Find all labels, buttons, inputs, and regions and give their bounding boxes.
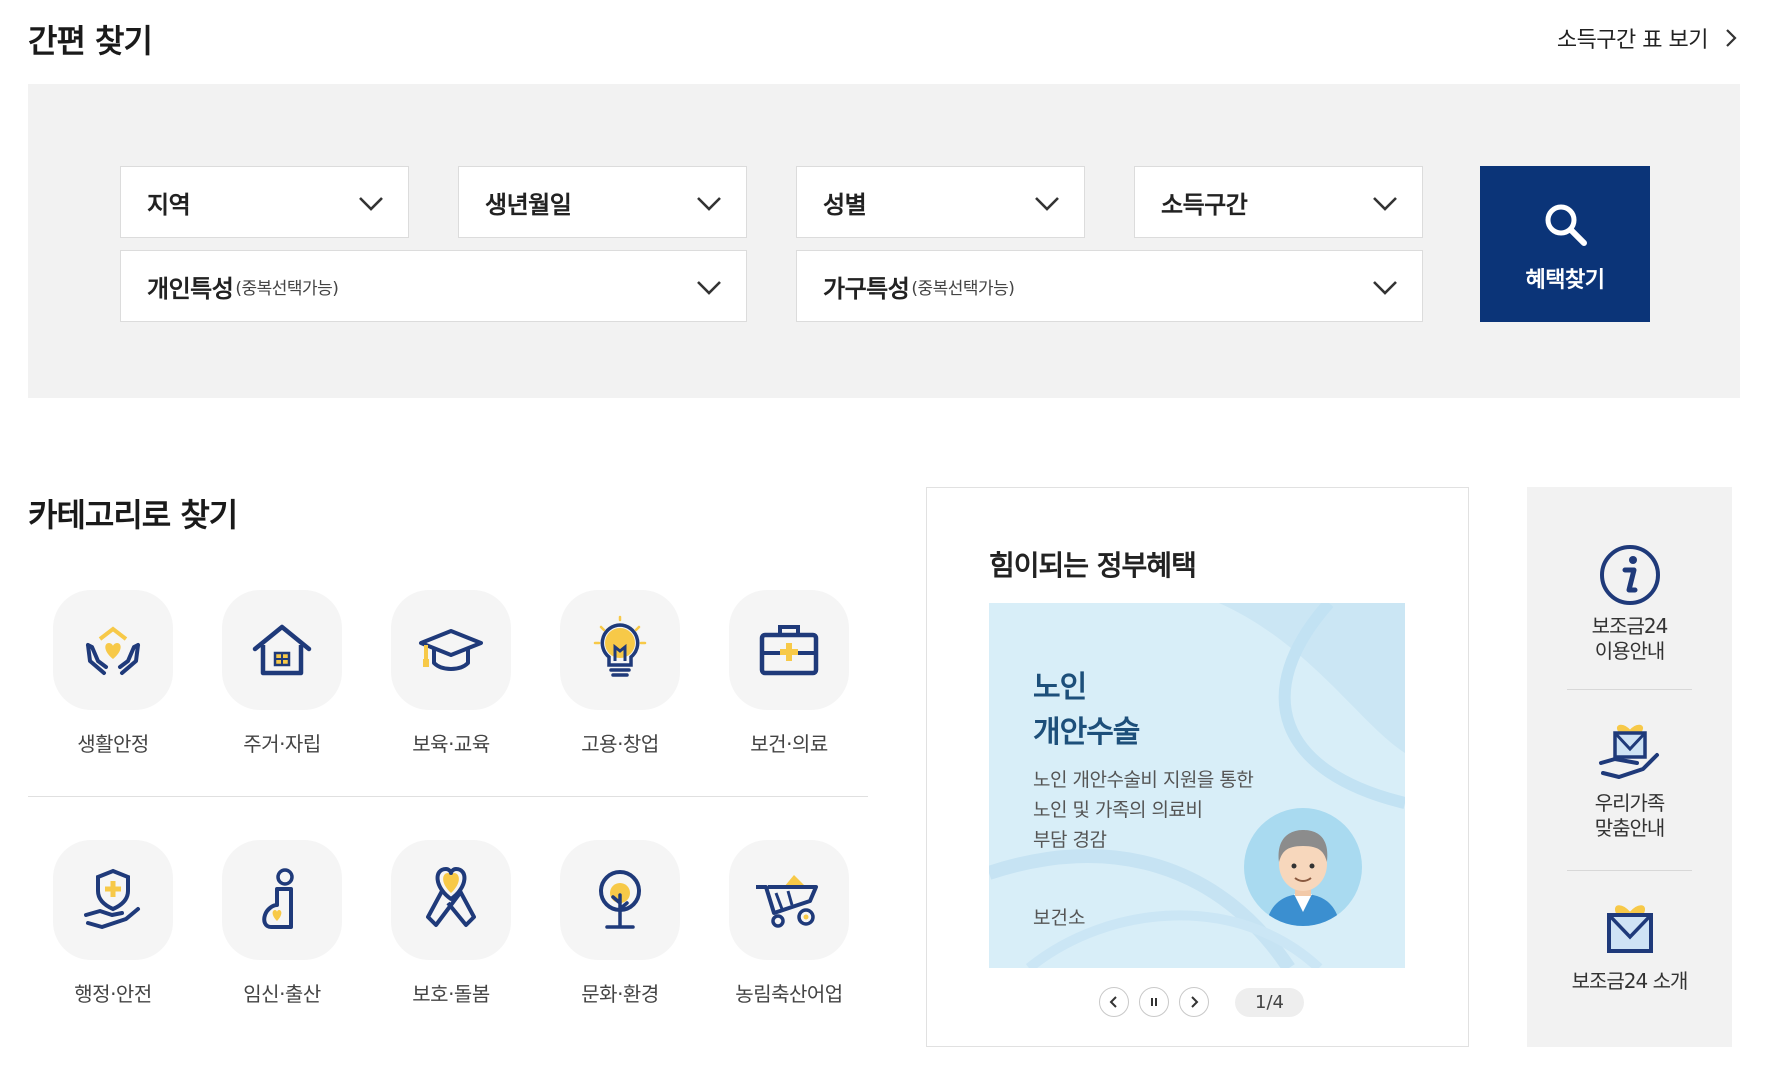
category-admin-safety[interactable]: 행정·안전 bbox=[28, 840, 198, 1007]
tree-icon bbox=[599, 870, 641, 929]
find-benefits-button[interactable]: 혜택찾기 bbox=[1480, 166, 1650, 322]
search-icon bbox=[1545, 204, 1587, 246]
income-select[interactable]: 소득구간 bbox=[1134, 166, 1423, 238]
elderly-man-avatar bbox=[1244, 808, 1362, 926]
ribbon-heart-icon bbox=[426, 867, 476, 927]
category-culture-environment[interactable]: 문화·환경 bbox=[535, 840, 705, 1007]
side-link-usage-guide[interactable]: 보조금24 이용안내 bbox=[1567, 542, 1692, 664]
side-link-label-line: 우리가족 bbox=[1594, 791, 1666, 815]
banner-description-line: 부담 경감 bbox=[1033, 829, 1107, 851]
side-link-label-line: 이용안내 bbox=[1594, 639, 1666, 663]
carousel-next-button[interactable] bbox=[1179, 987, 1209, 1017]
side-link-about[interactable]: 보조금24 소개 bbox=[1567, 897, 1692, 994]
pause-icon bbox=[1151, 998, 1157, 1006]
graduation-cap-icon bbox=[419, 629, 483, 671]
category-pregnancy-birth[interactable]: 임신·출산 bbox=[197, 840, 367, 1007]
chevron-down-icon bbox=[1373, 281, 1397, 295]
personal-traits-sublabel: (중복선택가능) bbox=[235, 278, 339, 299]
household-traits-label: 가구특성 bbox=[823, 274, 910, 303]
category-label: 보육·교육 bbox=[412, 732, 490, 756]
side-link-family-guide[interactable]: 우리가족 맞춤안내 bbox=[1567, 719, 1692, 841]
carousel-pager: 1/4 bbox=[1235, 987, 1304, 1017]
info-icon bbox=[1599, 545, 1660, 605]
region-select[interactable]: 지역 bbox=[120, 166, 409, 238]
category-label: 행정·안전 bbox=[74, 982, 152, 1006]
category-childcare-education[interactable]: 보육·교육 bbox=[366, 590, 536, 757]
personal-traits-select[interactable]: 개인특성 (중복선택가능) bbox=[120, 250, 747, 322]
banner-description-line: 노인 개안수술비 지원을 통한 bbox=[1033, 769, 1254, 791]
wheelbarrow-icon bbox=[756, 875, 818, 928]
gender-select-label: 성별 bbox=[823, 190, 867, 219]
chevron-right-icon bbox=[1726, 29, 1737, 47]
chevron-down-icon bbox=[1035, 197, 1059, 211]
category-housing[interactable]: 주거·자립 bbox=[197, 590, 367, 757]
banner-headline-line: 노인 bbox=[1033, 670, 1087, 705]
category-label: 생활안정 bbox=[77, 732, 149, 756]
household-traits-select[interactable]: 가구특성 (중복선택가능) bbox=[796, 250, 1423, 322]
lightbulb-icon bbox=[593, 615, 647, 677]
banner-organization: 보건소 bbox=[1033, 907, 1086, 929]
category-label: 보호·돌봄 bbox=[412, 982, 490, 1006]
category-label: 주거·자립 bbox=[243, 732, 321, 756]
chevron-down-icon bbox=[697, 197, 721, 211]
category-label: 농림축산어업 bbox=[735, 982, 843, 1006]
side-divider bbox=[1567, 689, 1692, 690]
category-employment[interactable]: 고용·창업 bbox=[535, 590, 705, 757]
quick-search-panel: 지역 생년월일 성별 소득구간 개인특성 (중복선택가능) 가구특성 (중복선택… bbox=[28, 84, 1740, 398]
category-label: 문화·환경 bbox=[581, 982, 659, 1006]
birthdate-select-label: 생년월일 bbox=[485, 190, 572, 219]
carousel-controls: 1/4 bbox=[1099, 987, 1304, 1017]
birthdate-select[interactable]: 생년월일 bbox=[458, 166, 747, 238]
side-divider bbox=[1567, 870, 1692, 871]
category-section-title: 카테고리로 찾기 bbox=[28, 496, 238, 534]
chevron-right-icon bbox=[1191, 996, 1199, 1008]
gift-box-icon bbox=[1606, 905, 1653, 953]
pregnancy-icon bbox=[262, 868, 294, 929]
benefit-banner[interactable]: 노인 개안수술 노인 개안수술비 지원을 통한 노인 및 가족의 의료비 부담 … bbox=[989, 603, 1405, 968]
side-link-label-line: 보조금24 소개 bbox=[1571, 969, 1689, 993]
page-title: 간편 찾기 bbox=[28, 22, 153, 60]
elderly-man-icon bbox=[1266, 830, 1340, 926]
chevron-down-icon bbox=[697, 281, 721, 295]
chevron-down-icon bbox=[359, 197, 383, 211]
hands-heart-icon bbox=[86, 626, 140, 675]
banner-headline-line: 개안수술 bbox=[1033, 715, 1140, 750]
carousel-pause-button[interactable] bbox=[1139, 987, 1169, 1017]
side-link-label-line: 보조금24 bbox=[1591, 614, 1669, 638]
side-link-label-line: 맞춤안내 bbox=[1594, 816, 1666, 840]
category-divider bbox=[28, 796, 868, 797]
chevron-left-icon bbox=[1109, 996, 1117, 1008]
category-agriculture-fishery[interactable]: 농림축산어업 bbox=[704, 840, 874, 1007]
category-living-stability[interactable]: 생활안정 bbox=[28, 590, 198, 757]
personal-traits-label: 개인특성 bbox=[147, 274, 234, 303]
medical-kit-icon bbox=[759, 625, 819, 676]
banner-description: 노인 개안수술비 지원을 통한 노인 및 가족의 의료비 부담 경감 bbox=[1033, 765, 1254, 855]
category-protection-care[interactable]: 보호·돌봄 bbox=[366, 840, 536, 1007]
benefit-title: 힘이되는 정부혜택 bbox=[989, 549, 1197, 582]
household-traits-sublabel: (중복선택가능) bbox=[911, 278, 1015, 299]
shield-hand-icon bbox=[84, 868, 140, 929]
banner-description-line: 노인 및 가족의 의료비 bbox=[1033, 799, 1203, 821]
chevron-down-icon bbox=[1373, 197, 1397, 211]
benefit-carousel-card: 힘이되는 정부혜택 노인 개안수술 노인 개안수술비 지원을 통한 노인 및 가… bbox=[926, 487, 1469, 1047]
category-label: 임신·출산 bbox=[243, 982, 321, 1006]
income-table-link-label: 소득구간 표 보기 bbox=[1556, 28, 1709, 53]
side-quick-links: 보조금24 이용안내 우리가족 맞춤안내 보조금24 소개 bbox=[1527, 487, 1732, 1047]
carousel-prev-button[interactable] bbox=[1099, 987, 1129, 1017]
house-icon bbox=[252, 624, 312, 676]
income-table-link[interactable]: 소득구간 표 보기 bbox=[1557, 22, 1738, 54]
category-health-medical[interactable]: 보건·의료 bbox=[704, 590, 874, 757]
income-select-label: 소득구간 bbox=[1161, 190, 1248, 219]
region-select-label: 지역 bbox=[147, 190, 191, 219]
category-label: 고용·창업 bbox=[581, 732, 659, 756]
side-link-label: 우리가족 맞춤안내 bbox=[1567, 791, 1692, 841]
category-label: 보건·의료 bbox=[750, 732, 828, 756]
side-link-label: 보조금24 이용안내 bbox=[1567, 614, 1692, 664]
find-benefits-label: 혜택찾기 bbox=[1525, 268, 1605, 293]
gender-select[interactable]: 성별 bbox=[796, 166, 1085, 238]
side-link-label: 보조금24 소개 bbox=[1567, 969, 1692, 994]
banner-headline: 노인 개안수술 bbox=[1033, 665, 1140, 755]
gift-hand-icon bbox=[1598, 724, 1659, 779]
